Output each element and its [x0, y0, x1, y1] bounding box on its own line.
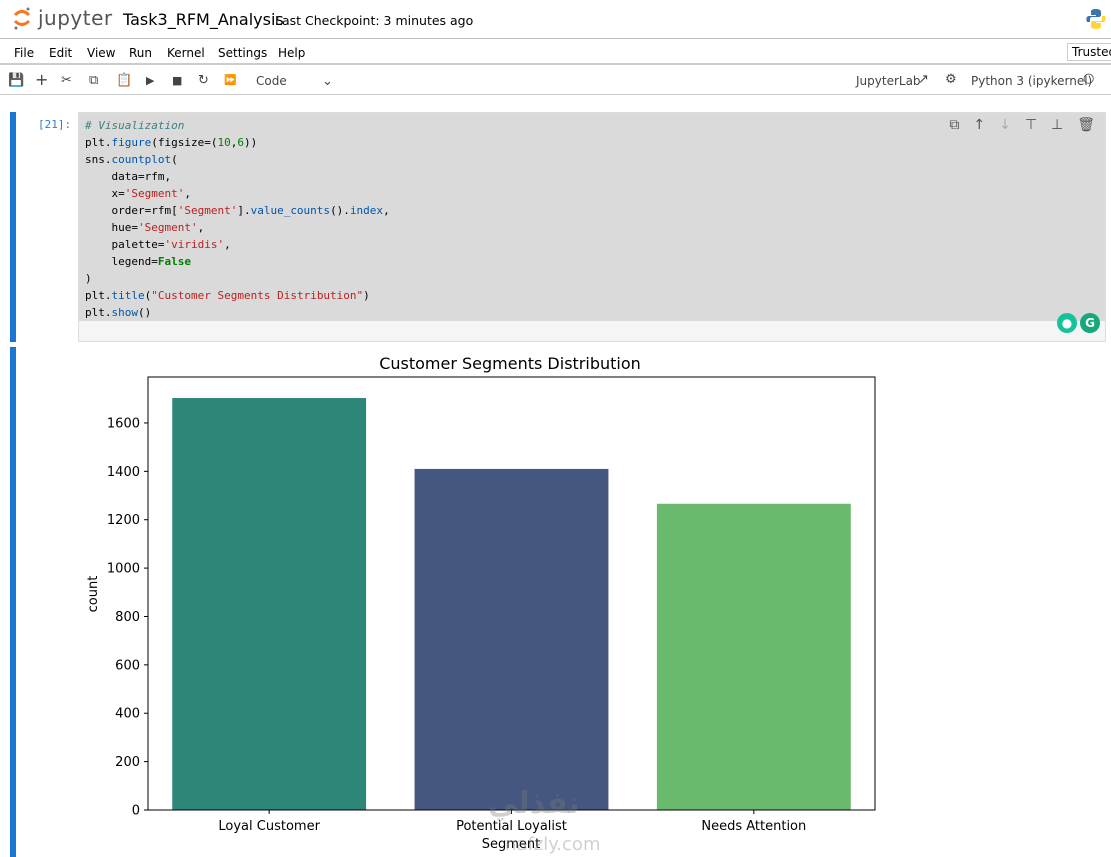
- y-axis-label: count: [86, 576, 101, 613]
- y-tick-label: 1000: [107, 562, 140, 577]
- y-tick-label: 0: [132, 804, 140, 819]
- chart-title: Customer Segments Distribution: [379, 354, 641, 373]
- x-tick-label: Loyal Customer: [218, 819, 320, 834]
- y-tick-label: 1400: [107, 465, 140, 480]
- y-tick-label: 1200: [107, 513, 140, 528]
- y-tick-label: 200: [115, 755, 140, 770]
- watermark-url: nafzly.com: [505, 834, 601, 855]
- y-tick-label: 600: [115, 658, 140, 673]
- y-tick-label: 1600: [107, 416, 140, 431]
- bar: [656, 503, 851, 810]
- y-tick-label: 400: [115, 707, 140, 722]
- bar-chart: Customer Segments Distribution 0 200 400 60…: [86, 354, 876, 852]
- x-tick-label: Needs Attention: [701, 819, 806, 834]
- bar: [172, 398, 367, 810]
- bar: [414, 468, 609, 810]
- y-tick-label: 800: [115, 610, 140, 625]
- x-tick-label: Potential Loyalist: [456, 819, 567, 834]
- watermark-logo: نفذلي: [488, 786, 580, 821]
